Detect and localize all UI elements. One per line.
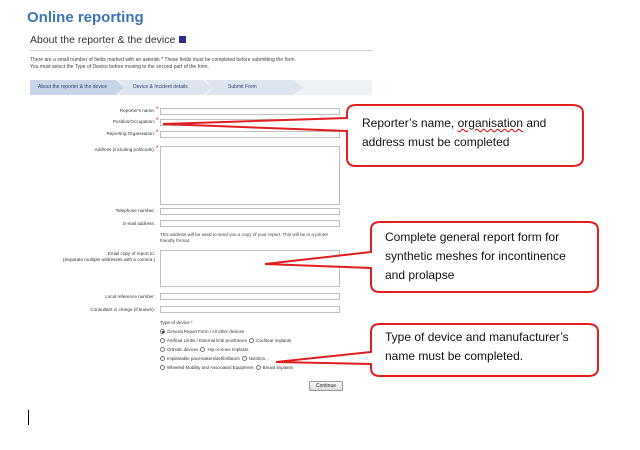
local-reference-label: Local reference number:	[105, 294, 155, 299]
step-device-incident[interactable]: Device & Incident details	[119, 80, 212, 95]
email-label: E-mail address:	[123, 221, 155, 226]
title-divider	[30, 50, 372, 51]
required-marker: *	[156, 130, 159, 136]
consultant-label: Consultant in charge (if known):	[90, 307, 155, 312]
radio-cochlear-implants[interactable]	[249, 338, 255, 343]
device-option-row: Implantable pacemakers/defibrillators Nut…	[160, 355, 269, 362]
required-marker: *	[156, 107, 159, 113]
callout-text-reporter: Reporter’s name, organisation and addres…	[362, 116, 547, 149]
organisation-input[interactable]	[160, 131, 340, 138]
step-submit-form[interactable]: Submit Form	[206, 80, 303, 95]
callout-text-device: Type of device and manufacturer’s name m…	[385, 330, 569, 363]
callout-text-mesh: Complete general report form for synthet…	[385, 230, 566, 282]
continue-button[interactable]: Continue	[309, 381, 343, 391]
radio-artificial-limbs[interactable]	[160, 338, 165, 343]
device-option-row: Artificial Limbs / External limb prosthe…	[160, 337, 291, 344]
email-copy-textarea[interactable]	[160, 250, 340, 287]
address-textarea[interactable]	[160, 146, 340, 205]
section-title: About the reporter & the device	[30, 34, 187, 46]
reporters-name-label: Reporter's name:	[119, 108, 155, 113]
text-cursor	[28, 410, 29, 425]
radio-general-report[interactable]	[160, 329, 165, 334]
radio-hip-knee-implants[interactable]	[200, 347, 206, 352]
telephone-input[interactable]	[160, 208, 340, 215]
info-square-icon	[179, 36, 187, 43]
local-reference-input[interactable]	[160, 293, 340, 300]
device-option-row: Orthotic devices Hip or Knee Implants	[160, 346, 248, 353]
device-option-row: Wheeled Mobility and Associated Equipmen…	[160, 364, 293, 371]
step-about-reporter[interactable]: About the reporter & the device	[30, 80, 125, 95]
intro-text: There are a small number of fields marke…	[30, 57, 372, 71]
telephone-label: Telephone number:	[115, 208, 155, 213]
email-copy-label: Email copy of report to: (Separate multip…	[62, 251, 155, 262]
intro-line-2: You must select the Type of Device befor…	[30, 64, 209, 70]
radio-orthotic-devices[interactable]	[160, 347, 165, 352]
radio-other-device[interactable]	[241, 356, 247, 361]
consultant-input[interactable]	[160, 306, 340, 313]
form-screenshot: About the reporter & the device There ar…	[27, 30, 372, 392]
position-label: Position/Occupation:	[112, 119, 155, 124]
position-input[interactable]	[160, 119, 340, 126]
radio-breast-implants[interactable]	[255, 365, 261, 370]
email-input[interactable]	[160, 220, 340, 227]
address-label: Address (including postcode):	[94, 147, 155, 152]
progress-steps: About the reporter & the device Device &…	[30, 80, 372, 95]
device-type-label: Type of device *	[160, 320, 193, 325]
radio-pacemakers[interactable]	[160, 356, 165, 361]
device-option-row: General Report Form / All other devices	[160, 328, 244, 335]
required-marker: *	[156, 146, 159, 152]
reporters-name-input[interactable]	[160, 108, 340, 115]
radio-wheeled-mobility[interactable]	[160, 365, 165, 370]
required-marker: *	[156, 118, 159, 124]
section-title-text: About the reporter & the device	[30, 34, 176, 46]
intro-line-1: There are a small number of fields marke…	[30, 57, 296, 63]
organisation-label: Reporting Organisation:	[106, 131, 155, 136]
email-note: This address will be used to send you a …	[160, 232, 329, 243]
page-heading: Online reporting	[27, 9, 144, 26]
